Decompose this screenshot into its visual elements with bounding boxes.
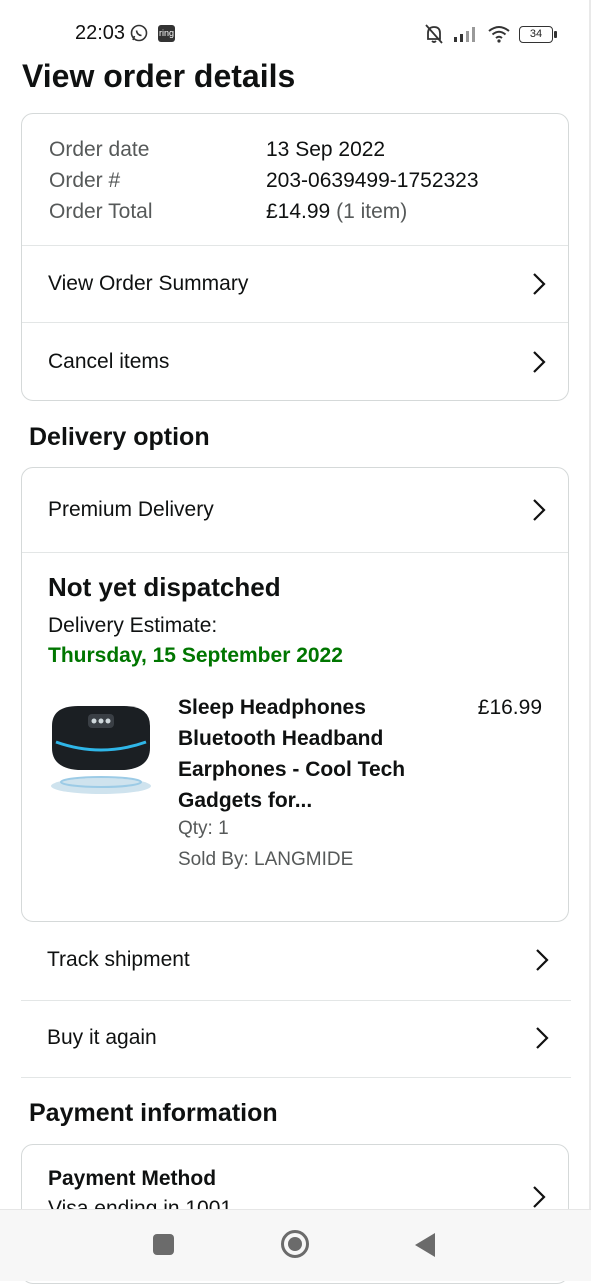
- delivery-section-title: Delivery option: [29, 423, 210, 451]
- home-icon[interactable]: [280, 1229, 310, 1259]
- track-shipment-row[interactable]: Track shipment: [21, 922, 571, 998]
- status-icons: 34: [423, 22, 557, 46]
- recents-icon[interactable]: [153, 1234, 174, 1255]
- order-total-amount: £14.99: [266, 200, 331, 223]
- wifi-icon: [488, 26, 510, 43]
- delivery-card: Premium Delivery Not yet dispatched Deli…: [21, 467, 569, 922]
- back-icon[interactable]: [413, 1232, 437, 1258]
- page-title: View order details: [22, 58, 296, 94]
- ring-icon: ring: [158, 25, 175, 42]
- cancel-items-row[interactable]: Cancel items: [22, 323, 568, 400]
- delivery-option-label: Premium Delivery: [48, 498, 214, 521]
- order-info: Order date 13 Sep 2022 Order # 203-06394…: [49, 134, 479, 227]
- order-number-value: 203-0639499-1752323: [266, 169, 479, 192]
- divider: [21, 1077, 571, 1078]
- payment-method-title: Payment Method: [48, 1167, 217, 1190]
- chevron-right-icon: [533, 1186, 546, 1208]
- product-title[interactable]: Sleep Headphones Bluetooth Headband Earp…: [178, 692, 438, 816]
- battery-icon: 34: [519, 25, 557, 43]
- whatsapp-icon: [130, 24, 148, 42]
- cancel-items-label: Cancel items: [48, 350, 170, 373]
- status-time: 22:03: [75, 22, 126, 44]
- chevron-right-icon: [536, 1027, 549, 1049]
- order-date-label: Order date: [49, 138, 150, 161]
- buy-it-again-row[interactable]: Buy it again: [21, 1000, 571, 1076]
- view-order-summary-label: View Order Summary: [48, 272, 249, 295]
- chevron-right-icon: [533, 499, 546, 521]
- premium-delivery-row[interactable]: Premium Delivery: [22, 468, 568, 552]
- dispatch-status: Not yet dispatched: [48, 572, 281, 602]
- order-date-value: 13 Sep 2022: [266, 138, 386, 161]
- order-total-label: Order Total: [49, 200, 153, 223]
- status-bar: 22:03 ring 34: [0, 0, 591, 66]
- chevron-right-icon: [536, 949, 549, 971]
- delivery-estimate-date: Thursday, 15 September 2022: [48, 644, 343, 667]
- order-number-row: Order # 203-0639499-1752323: [49, 165, 479, 196]
- product-qty: Qty: 1: [178, 818, 229, 839]
- bell-off-icon: [425, 24, 443, 44]
- order-date-row: Order date 13 Sep 2022: [49, 134, 479, 165]
- view-order-summary-row[interactable]: View Order Summary: [22, 246, 568, 322]
- payment-section-title: Payment information: [29, 1099, 278, 1127]
- order-summary-card: Order date 13 Sep 2022 Order # 203-06394…: [21, 113, 569, 401]
- order-total-value: £14.99 (1 item): [266, 196, 407, 227]
- signal-icon: [454, 27, 475, 42]
- divider: [22, 552, 568, 553]
- system-nav-bar: [0, 1209, 591, 1281]
- chevron-right-icon: [533, 273, 546, 295]
- chevron-right-icon: [533, 351, 546, 373]
- order-number-label: Order #: [49, 169, 121, 192]
- product-seller: Sold By: LANGMIDE: [178, 849, 354, 870]
- order-total-items: (1 item): [336, 200, 408, 223]
- product-image[interactable]: [48, 696, 154, 800]
- buy-it-again-label: Buy it again: [47, 1026, 157, 1049]
- delivery-estimate-label: Delivery Estimate:: [48, 614, 218, 637]
- product-price: £16.99: [477, 696, 542, 719]
- track-shipment-label: Track shipment: [47, 948, 190, 971]
- order-total-row: Order Total £14.99 (1 item): [49, 196, 479, 227]
